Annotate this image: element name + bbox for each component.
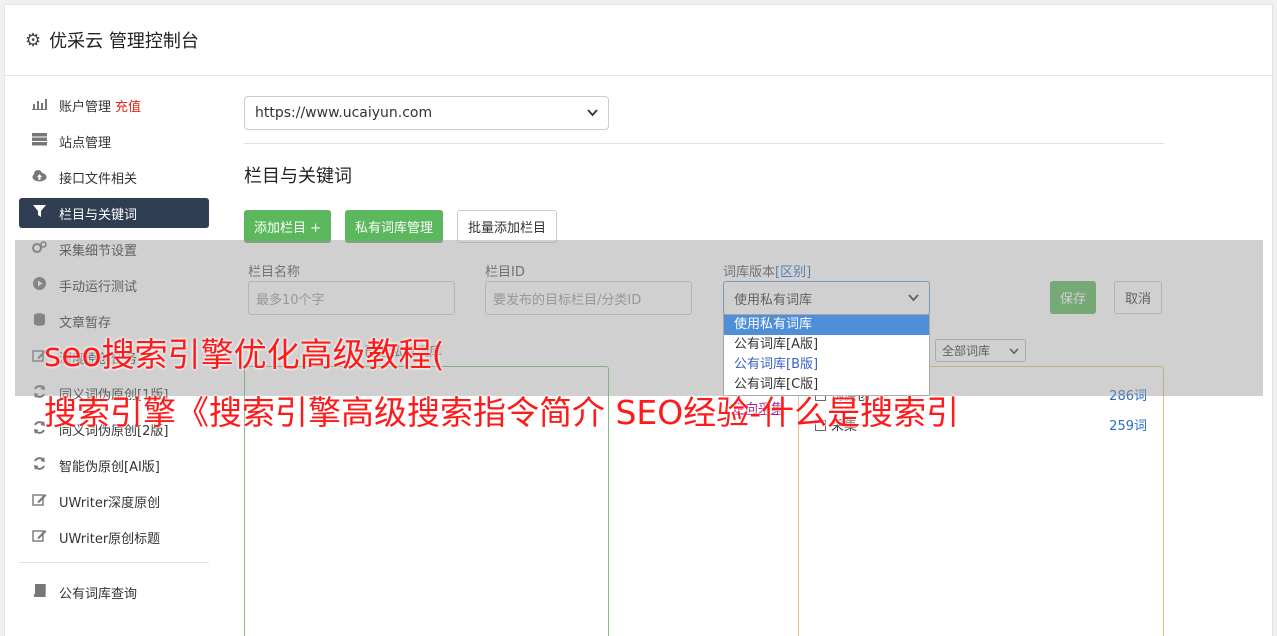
main-content: https://www.ucaiyun.com 栏目与关键词 添加栏目 + 私有… xyxy=(244,96,1164,636)
sidebar-item-interface-files[interactable]: 接口文件相关 xyxy=(19,162,209,192)
sidebar-item-columns-keywords[interactable]: 栏目与关键词 xyxy=(19,198,209,228)
server-icon xyxy=(30,133,48,149)
add-column-button[interactable]: 添加栏目 + xyxy=(244,210,332,243)
lib-option-private[interactable]: 使用私有词库 xyxy=(724,315,929,335)
watermark-line-1: seo搜索引擎优化高级教程( xyxy=(44,335,445,374)
sidebar-item-label: 账户管理 xyxy=(59,99,112,115)
lib-option-public-b[interactable]: 公有词库[B版] xyxy=(724,355,929,375)
site-select-value: https://www.ucaiyun.com xyxy=(255,105,433,121)
watermark-line-2: 搜索引擎《搜索引擎高级搜索指令简介 SEO经验-什么是搜索引 xyxy=(44,393,960,432)
sidebar-item-label: 公有词库查询 xyxy=(59,586,138,602)
batch-add-column-button[interactable]: 批量添加栏目 xyxy=(457,210,558,243)
sidebar-divider xyxy=(19,562,209,563)
lib-option-public-a[interactable]: 公有词库[A版] xyxy=(724,335,929,355)
app-title: 优采云 管理控制台 xyxy=(49,31,199,52)
recharge-link[interactable]: 充值 xyxy=(115,96,141,115)
sidebar-item-label: 接口文件相关 xyxy=(59,171,138,187)
sidebar-item-label: 站点管理 xyxy=(59,135,112,151)
edit-icon xyxy=(30,529,48,545)
bar-chart-icon xyxy=(30,97,48,113)
sidebar-item-label: UWriter深度原创 xyxy=(59,495,161,511)
site-select[interactable]: https://www.ucaiyun.com xyxy=(244,96,609,130)
section-title: 栏目与关键词 xyxy=(244,166,352,187)
cloud-upload-icon xyxy=(30,169,48,185)
chevron-down-icon xyxy=(587,105,598,121)
edit-icon xyxy=(30,493,48,509)
filter-icon xyxy=(30,205,48,221)
sidebar-item-uwriter-title[interactable]: UWriter原创标题 xyxy=(19,522,209,552)
sidebar-item-sites[interactable]: 站点管理 xyxy=(19,126,209,156)
sidebar-item-label: 栏目与关键词 xyxy=(59,207,138,223)
gear-icon: ⚙ xyxy=(25,29,42,51)
sidebar-item-uwriter-deep[interactable]: UWriter深度原创 xyxy=(19,486,209,516)
book-icon xyxy=(30,583,48,600)
sidebar-item-label: UWriter原创标题 xyxy=(59,531,161,547)
section-divider xyxy=(244,143,1164,144)
action-buttons: 添加栏目 + 私有词库管理 批量添加栏目 xyxy=(244,210,1164,243)
sidebar-item-public-lib-query[interactable]: 公有词库查询 xyxy=(19,577,209,607)
sidebar-item-account[interactable]: 账户管理 充值 xyxy=(19,90,209,120)
sidebar-item-ai-rewrite[interactable]: 智能伪原创[AI版] xyxy=(19,450,209,480)
sidebar-item-label: 智能伪原创[AI版] xyxy=(59,459,160,475)
refresh-icon xyxy=(30,457,48,473)
app-header: ⚙ 优采云 管理控制台 xyxy=(5,5,1272,76)
lib-version-dropdown-menu: 使用私有词库 公有词库[A版] 公有词库[B版] 公有词库[C版] xyxy=(723,314,930,396)
private-lib-button[interactable]: 私有词库管理 xyxy=(345,210,444,243)
